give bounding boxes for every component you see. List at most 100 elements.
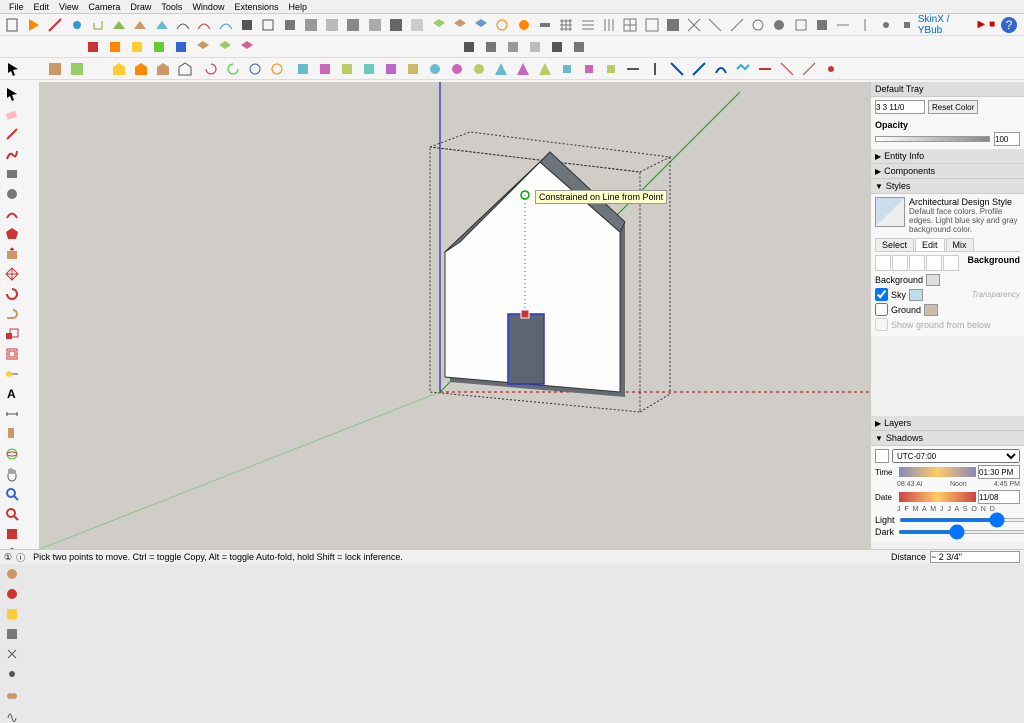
lt-misc1[interactable]: [3, 565, 21, 583]
tool-shade6[interactable]: [408, 15, 427, 35]
lt-circle[interactable]: [3, 185, 21, 203]
dark-slider[interactable]: [898, 530, 1024, 534]
ext-24[interactable]: [799, 59, 819, 79]
lt-tape[interactable]: [3, 365, 21, 383]
lt-offset[interactable]: [3, 345, 21, 363]
lt-misc2[interactable]: [3, 585, 21, 603]
time-value[interactable]: [978, 465, 1020, 479]
tool-new[interactable]: [3, 15, 22, 35]
status-icon-1[interactable]: ①: [4, 552, 12, 563]
ext-15[interactable]: [601, 59, 621, 79]
tool-pat2[interactable]: [706, 15, 725, 35]
tool-grid1[interactable]: [557, 15, 576, 35]
shadow-toggle[interactable]: [875, 449, 889, 463]
lt-eraser[interactable]: [3, 105, 21, 123]
ext-14[interactable]: [579, 59, 599, 79]
cube-1[interactable]: [193, 37, 213, 57]
lt-misc7[interactable]: [3, 685, 21, 703]
ext-19[interactable]: [689, 59, 709, 79]
ext-6[interactable]: [403, 59, 423, 79]
light-slider[interactable]: [899, 518, 1024, 522]
menu-file[interactable]: File: [4, 2, 29, 12]
tool-pat3[interactable]: [727, 15, 746, 35]
sky-swatch[interactable]: [909, 289, 923, 301]
ext-21[interactable]: [733, 59, 753, 79]
ext-4[interactable]: [359, 59, 379, 79]
ext-22[interactable]: [755, 59, 775, 79]
tool-arc3[interactable]: [216, 15, 235, 35]
date-slider[interactable]: [899, 492, 976, 502]
rot-3[interactable]: [245, 59, 265, 79]
tool-grid4[interactable]: [621, 15, 640, 35]
ext-7[interactable]: [425, 59, 445, 79]
tool-layer1[interactable]: [429, 15, 448, 35]
time-slider[interactable]: [899, 467, 976, 477]
box-1[interactable]: [459, 37, 479, 57]
box-6[interactable]: [569, 37, 589, 57]
tool-brush[interactable]: [67, 15, 86, 35]
menu-tools[interactable]: Tools: [156, 2, 187, 12]
tool-shade1[interactable]: [301, 15, 320, 35]
mb-4[interactable]: [926, 255, 942, 271]
viewport[interactable]: Constrained on Line from Point: [40, 82, 870, 549]
tool-grid3[interactable]: [599, 15, 618, 35]
ext-5[interactable]: [381, 59, 401, 79]
tool-layer2[interactable]: [450, 15, 469, 35]
ext-17[interactable]: [645, 59, 665, 79]
ext-3[interactable]: [337, 59, 357, 79]
face-3[interactable]: [153, 59, 173, 79]
opacity-slider[interactable]: [875, 136, 990, 142]
lt-freehand[interactable]: [3, 145, 21, 163]
tool-pat9[interactable]: [855, 15, 874, 35]
face-2[interactable]: [131, 59, 151, 79]
tool-s2[interactable]: [259, 15, 278, 35]
record-icon[interactable]: ■: [989, 19, 995, 30]
lt-misc5[interactable]: [3, 645, 21, 663]
menu-extensions[interactable]: Extensions: [229, 2, 283, 12]
box-4[interactable]: [525, 37, 545, 57]
ext-25[interactable]: [821, 59, 841, 79]
lt-misc3[interactable]: [3, 605, 21, 623]
tab-select[interactable]: Select: [875, 238, 914, 251]
tool-grid6[interactable]: [663, 15, 682, 35]
tz-select[interactable]: UTC-07:00: [892, 449, 1020, 463]
color-input[interactable]: [875, 100, 925, 114]
components-header[interactable]: ▶Components: [871, 164, 1024, 179]
lt-text[interactable]: A: [3, 385, 21, 403]
cube-3[interactable]: [237, 37, 257, 57]
lt-misc4[interactable]: [3, 625, 21, 643]
styles-header[interactable]: ▼Styles: [871, 179, 1024, 194]
mb-2[interactable]: [892, 255, 908, 271]
lt-arc[interactable]: [3, 205, 21, 223]
sky-check[interactable]: [875, 288, 888, 301]
tool-grid2[interactable]: [578, 15, 597, 35]
comp-1[interactable]: [45, 59, 65, 79]
lt-followme[interactable]: [3, 305, 21, 323]
bg-swatch[interactable]: [926, 274, 940, 286]
tool-layer3[interactable]: [472, 15, 491, 35]
tool-shade2[interactable]: [322, 15, 341, 35]
tool-grid5[interactable]: [642, 15, 661, 35]
menu-draw[interactable]: Draw: [125, 2, 156, 12]
ext-10[interactable]: [491, 59, 511, 79]
cube-2[interactable]: [215, 37, 235, 57]
mb-1[interactable]: [875, 255, 891, 271]
shadows-header[interactable]: ▼Shadows: [871, 431, 1024, 446]
lt-zoomext[interactable]: [3, 505, 21, 523]
lt-move[interactable]: [3, 265, 21, 283]
lt-paint[interactable]: [3, 425, 21, 443]
menu-help[interactable]: Help: [283, 2, 312, 12]
tool-shade4[interactable]: [365, 15, 384, 35]
date-value[interactable]: [978, 490, 1020, 504]
tool-pat7[interactable]: [812, 15, 831, 35]
tool-pat8[interactable]: [834, 15, 853, 35]
lt-dim[interactable]: [3, 405, 21, 423]
layers-header[interactable]: ▶Layers: [871, 416, 1024, 431]
tool-pat4[interactable]: [748, 15, 767, 35]
tool-s1[interactable]: [237, 15, 256, 35]
ext-20[interactable]: [711, 59, 731, 79]
cube-green[interactable]: [149, 37, 169, 57]
tab-edit[interactable]: Edit: [915, 238, 945, 251]
tool-pat1[interactable]: [685, 15, 704, 35]
status-icon-2[interactable]: ⓘ: [16, 551, 25, 564]
